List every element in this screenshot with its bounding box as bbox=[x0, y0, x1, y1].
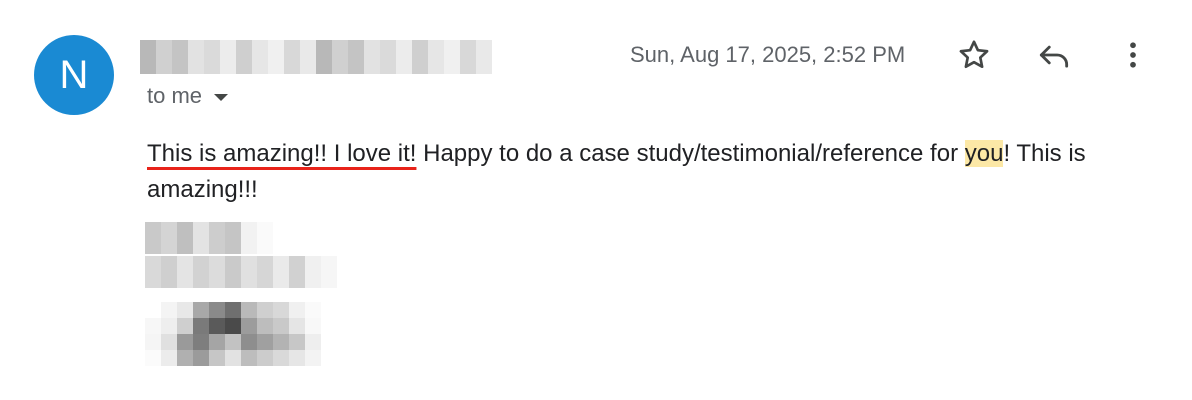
underlined-phrase: This is amazing!! I love it! bbox=[147, 140, 417, 167]
highlighted-search-term: you bbox=[964, 140, 1004, 167]
signature-redacted-line-2 bbox=[145, 256, 337, 288]
message-timestamp: Sun, Aug 17, 2025, 2:52 PM bbox=[630, 42, 906, 67]
signature-redacted-line-1 bbox=[145, 222, 273, 254]
star-button[interactable] bbox=[954, 35, 994, 75]
reply-button[interactable] bbox=[1034, 35, 1074, 75]
recipient-dropdown[interactable]: to me bbox=[147, 83, 229, 109]
avatar-initial: N bbox=[59, 52, 89, 97]
more-vert-icon bbox=[1130, 42, 1136, 68]
message-middle-text: Happy to do a case study/testimonial/ref… bbox=[416, 140, 965, 167]
more-options-button[interactable] bbox=[1113, 35, 1153, 75]
star-icon bbox=[959, 40, 989, 69]
caret-down-icon bbox=[214, 93, 229, 101]
sender-name-redacted bbox=[140, 40, 492, 74]
signature-redacted-logo bbox=[145, 302, 353, 366]
reply-icon bbox=[1039, 45, 1069, 68]
message-body: This is amazing!! I love it! Happy to do… bbox=[147, 136, 1147, 208]
sender-avatar[interactable]: N bbox=[34, 35, 114, 115]
recipient-label: to me bbox=[147, 83, 203, 108]
